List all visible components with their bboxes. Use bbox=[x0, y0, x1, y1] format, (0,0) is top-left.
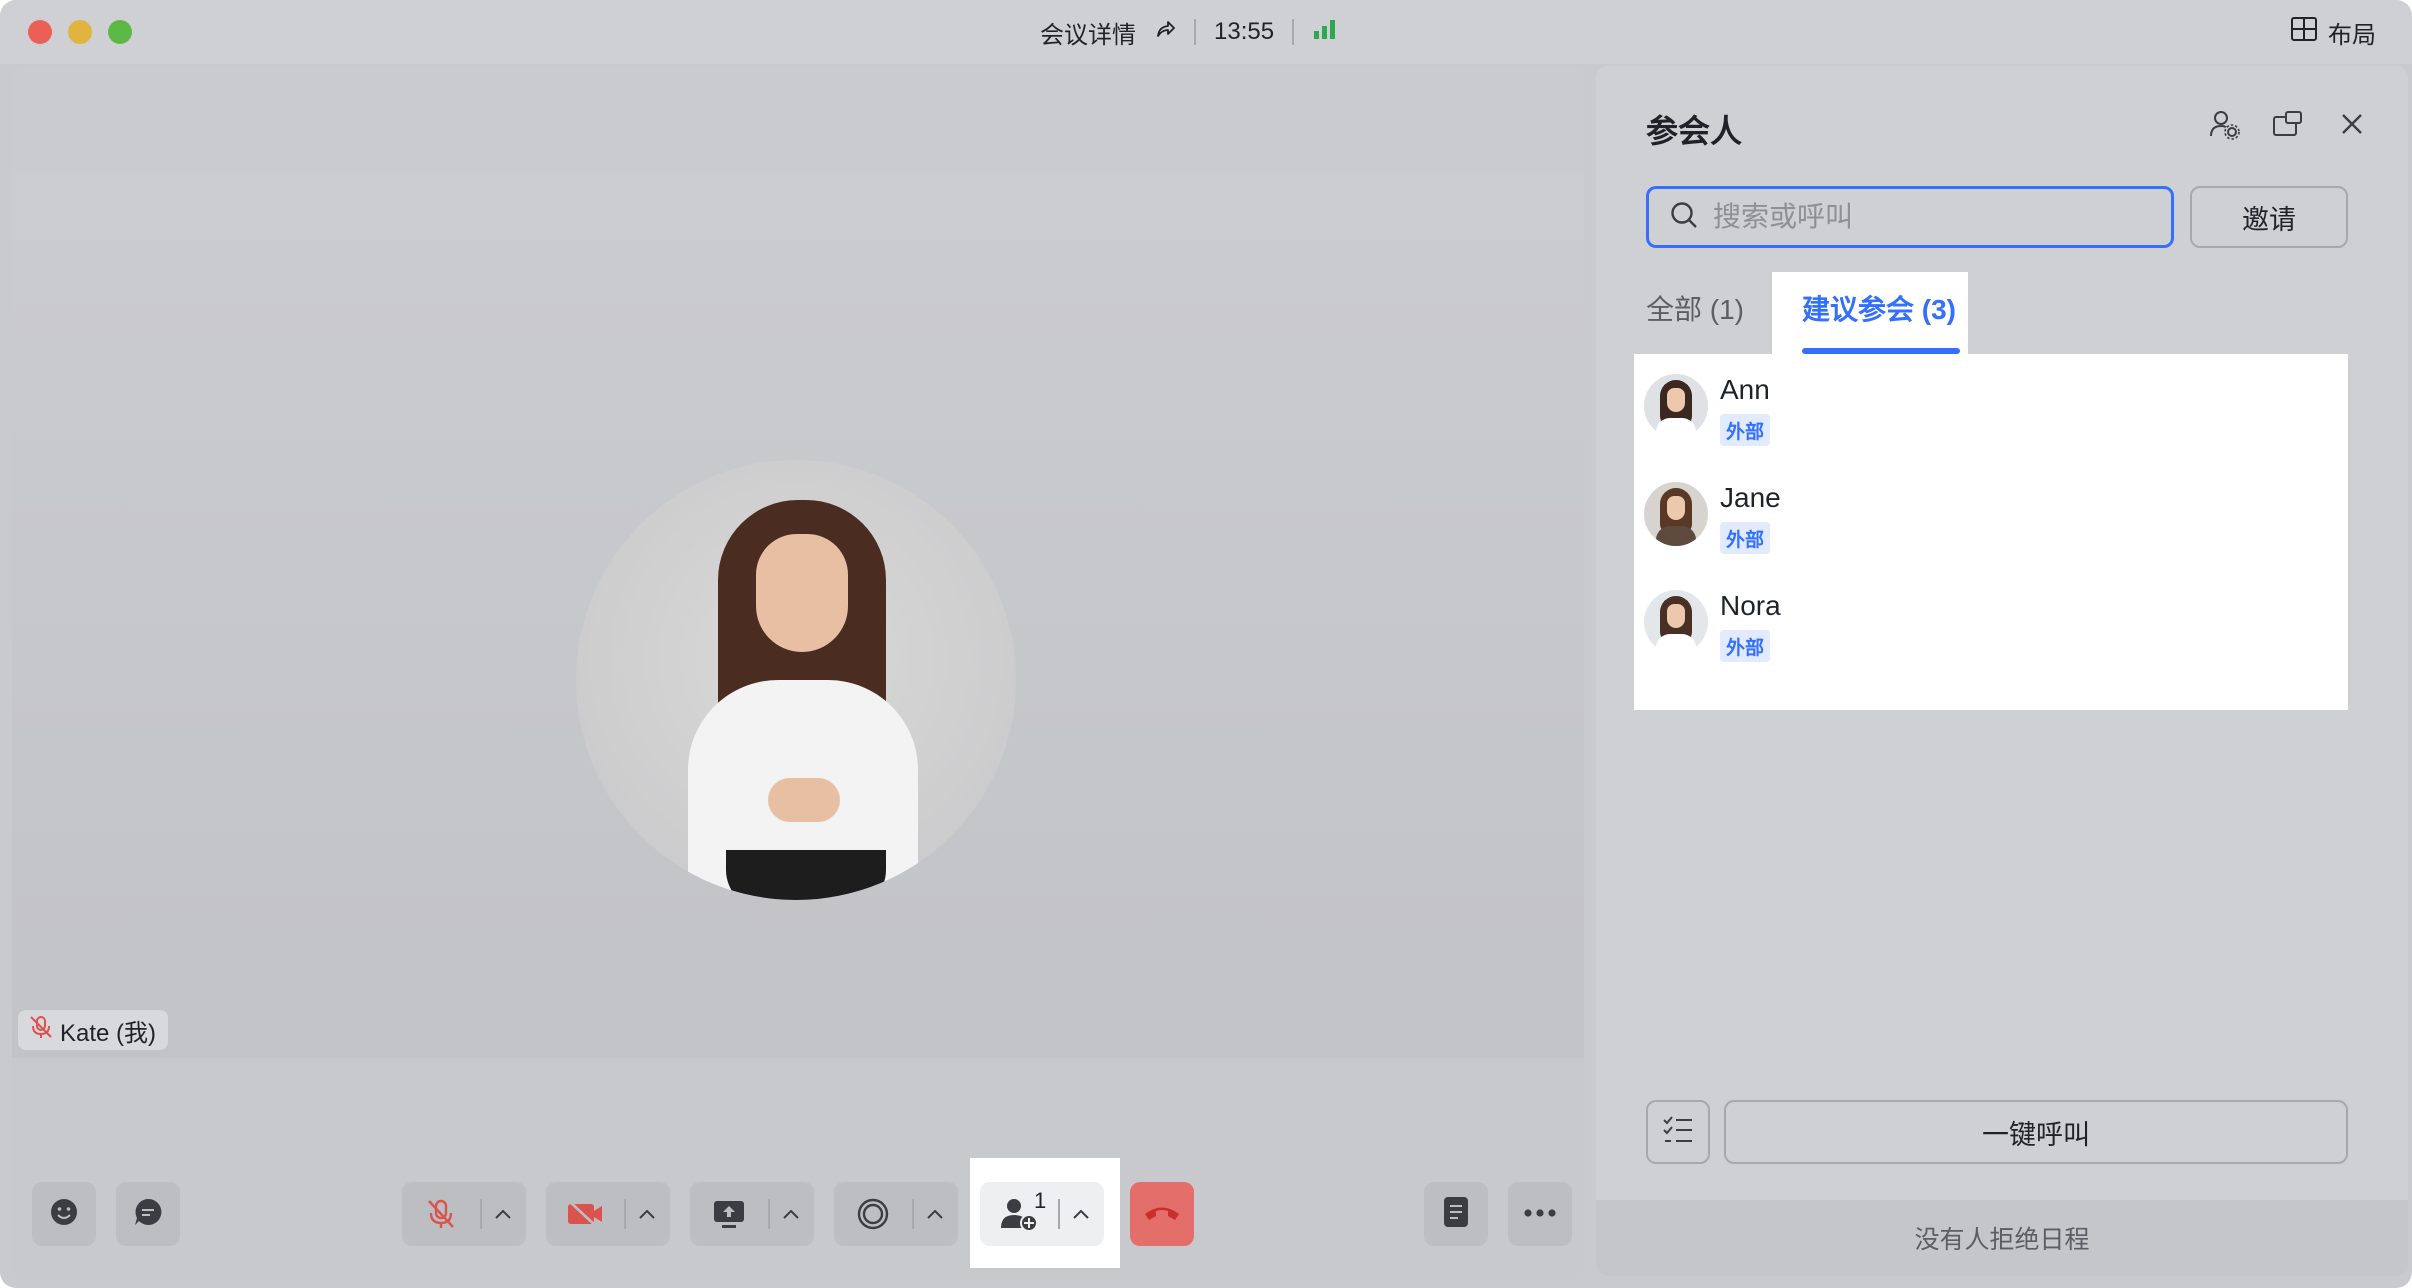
grid-layout-icon bbox=[2290, 16, 2318, 49]
chevron-up-icon bbox=[495, 1209, 511, 1219]
checklist-button[interactable] bbox=[1646, 1100, 1710, 1164]
meeting-toolbar: 1 bbox=[12, 1058, 1584, 1276]
participants-panel: 参会人 邀请 全部 (1) 建议参会 (3) bbox=[1596, 66, 2408, 1276]
layout-label: 布局 bbox=[2328, 21, 2376, 49]
search-input[interactable] bbox=[1713, 201, 2133, 233]
emoji-icon bbox=[48, 1196, 80, 1233]
record-options-button[interactable] bbox=[914, 1182, 956, 1246]
maximize-window-button[interactable] bbox=[108, 20, 132, 44]
invite-button[interactable]: 邀请 bbox=[2190, 186, 2348, 248]
tab-all[interactable]: 全部 (1) bbox=[1646, 288, 1744, 328]
share-icon[interactable] bbox=[1154, 18, 1176, 47]
panel-title: 参会人 bbox=[1646, 113, 1743, 149]
layout-button[interactable]: 布局 bbox=[2290, 14, 2376, 50]
participants-options-button[interactable] bbox=[1060, 1182, 1102, 1246]
external-badge: 外部 bbox=[1720, 522, 1771, 554]
self-name: Kate (我) bbox=[60, 1019, 157, 1047]
avatar-face bbox=[756, 534, 848, 652]
chevron-up-icon bbox=[639, 1209, 655, 1219]
meeting-window: 会议详情 13:55 布局 Kate (我) 1 参会人 搜索或呼叫 邀请 全部… bbox=[0, 0, 2412, 1288]
search-icon bbox=[1669, 200, 1699, 235]
participants-count: 1 bbox=[1034, 1188, 1047, 1213]
list-item[interactable]: Jane 外部 bbox=[1634, 464, 2348, 564]
search-box bbox=[1646, 186, 2174, 248]
camera-off-icon bbox=[568, 1200, 602, 1229]
share-screen-button[interactable] bbox=[690, 1182, 768, 1246]
avatar-face bbox=[1667, 496, 1685, 520]
title-bar: 会议详情 13:55 布局 bbox=[0, 0, 2412, 64]
participants-control: 1 bbox=[980, 1182, 1104, 1246]
participant-settings-icon[interactable] bbox=[2206, 106, 2242, 142]
mic-off-icon bbox=[428, 1199, 454, 1228]
panel-header-actions bbox=[2206, 106, 2370, 142]
checklist-icon bbox=[1662, 1115, 1694, 1150]
avatar-shirt bbox=[1656, 418, 1696, 438]
document-icon bbox=[1441, 1195, 1471, 1234]
share-options-button[interactable] bbox=[770, 1182, 812, 1246]
close-icon[interactable] bbox=[2334, 106, 2370, 142]
more-button[interactable] bbox=[1508, 1182, 1572, 1246]
microphone-toggle-button[interactable] bbox=[402, 1182, 480, 1246]
video-stage: Kate (我) 1 bbox=[12, 66, 1584, 1276]
external-badge: 外部 bbox=[1720, 414, 1771, 446]
participant-name: Nora bbox=[1720, 590, 1781, 621]
microphone-options-button[interactable] bbox=[482, 1182, 524, 1246]
meeting-info-bar: 会议详情 13:55 bbox=[1040, 14, 1338, 50]
meeting-timer: 13:55 bbox=[1214, 18, 1275, 45]
participant-avatar-large bbox=[576, 460, 1016, 900]
leave-meeting-button[interactable] bbox=[1130, 1182, 1194, 1246]
participant-name: Ann bbox=[1720, 374, 1770, 405]
close-window-button[interactable] bbox=[28, 20, 52, 44]
mic-muted-icon bbox=[28, 1014, 54, 1047]
avatar bbox=[1644, 590, 1708, 654]
avatar-skirt bbox=[726, 850, 886, 900]
avatar-shirt bbox=[1656, 526, 1696, 546]
camera-toggle-button[interactable] bbox=[546, 1182, 624, 1246]
pop-out-window-icon[interactable] bbox=[2270, 106, 2306, 142]
record-control bbox=[834, 1182, 958, 1246]
call-all-button[interactable]: 一键呼叫 bbox=[1724, 1100, 2348, 1164]
avatar-shirt bbox=[1656, 634, 1696, 654]
add-participant-icon bbox=[1001, 1199, 1038, 1232]
chevron-up-icon bbox=[783, 1209, 799, 1219]
more-dots-icon bbox=[1523, 1205, 1557, 1223]
chat-button[interactable] bbox=[116, 1182, 180, 1246]
suggested-participants-list: Ann 外部 Jane 外部 Nora 外部 bbox=[1634, 354, 2348, 710]
avatar-hands bbox=[768, 778, 840, 822]
chevron-up-icon bbox=[927, 1209, 943, 1219]
share-screen-control bbox=[690, 1182, 814, 1246]
chevron-up-icon bbox=[1073, 1209, 1089, 1219]
minimize-window-button[interactable] bbox=[68, 20, 92, 44]
avatar-face bbox=[1667, 388, 1685, 412]
external-badge: 外部 bbox=[1720, 630, 1771, 662]
list-item[interactable]: Ann 外部 bbox=[1634, 356, 2348, 456]
hang-up-icon bbox=[1142, 1201, 1182, 1228]
participant-name: Jane bbox=[1720, 482, 1781, 513]
record-icon bbox=[857, 1198, 889, 1230]
avatar bbox=[1644, 374, 1708, 438]
divider bbox=[1292, 19, 1295, 45]
meeting-details-link[interactable]: 会议详情 bbox=[1040, 15, 1136, 50]
panel-footer-status: 没有人拒绝日程 bbox=[1596, 1200, 2408, 1276]
avatar bbox=[1644, 482, 1708, 546]
share-screen-icon bbox=[714, 1201, 744, 1228]
microphone-control bbox=[402, 1182, 526, 1246]
camera-options-button[interactable] bbox=[626, 1182, 668, 1246]
divider bbox=[1194, 19, 1196, 45]
notes-button[interactable] bbox=[1424, 1182, 1488, 1246]
chat-icon bbox=[132, 1196, 164, 1233]
list-item[interactable]: Nora 外部 bbox=[1634, 572, 2348, 672]
signal-strength-icon[interactable] bbox=[1312, 18, 1338, 47]
reactions-button[interactable] bbox=[32, 1182, 96, 1246]
camera-control bbox=[546, 1182, 670, 1246]
stage-top-strip bbox=[12, 66, 1584, 174]
tab-suggested[interactable]: 建议参会 (3) bbox=[1802, 288, 1956, 328]
video-area bbox=[12, 174, 1584, 1058]
self-name-tag: Kate (我) bbox=[18, 1010, 169, 1050]
avatar-face bbox=[1667, 604, 1685, 628]
participants-control-highlight: 1 bbox=[970, 1158, 1120, 1268]
participants-button[interactable]: 1 bbox=[980, 1182, 1058, 1246]
record-button[interactable] bbox=[834, 1182, 912, 1246]
